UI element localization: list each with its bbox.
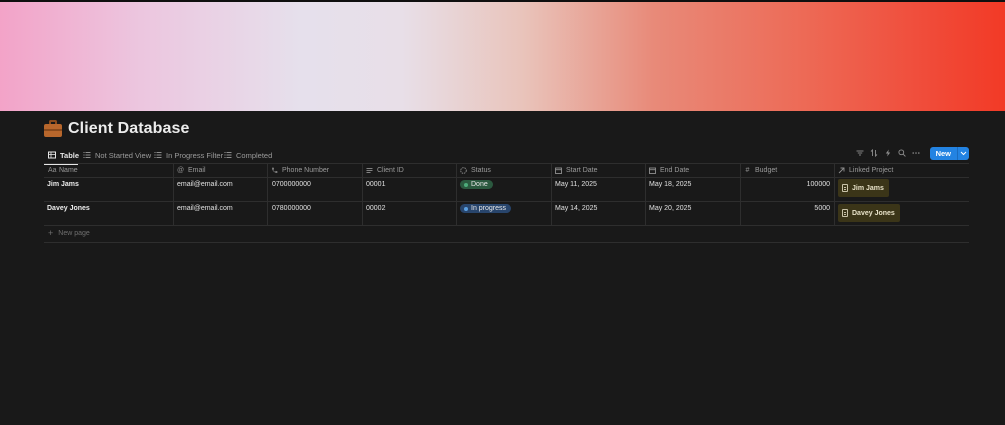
page-icon — [842, 184, 848, 192]
title-property-icon: Aa — [48, 166, 57, 174]
column-header-budget[interactable]: # Budget — [740, 163, 778, 177]
column-label: End Date — [660, 166, 690, 174]
column-label: Email — [188, 166, 206, 174]
linked-project-label: Davey Jones — [852, 209, 895, 217]
plus-icon: + — [48, 228, 54, 238]
page-header: Client Database — [44, 120, 190, 138]
column-header-status[interactable]: Status — [456, 163, 491, 177]
column-label: Linked Project — [849, 166, 894, 174]
cell-budget[interactable]: 5000 — [744, 205, 830, 212]
table-icon — [48, 151, 56, 159]
new-page-row[interactable]: + New page — [48, 228, 90, 238]
divider — [44, 201, 969, 202]
linked-project-chip[interactable]: Davey Jones — [838, 204, 900, 222]
automation-icon[interactable] — [884, 149, 892, 157]
briefcase-icon[interactable] — [44, 120, 62, 138]
column-header-linked-project[interactable]: Linked Project — [834, 163, 893, 177]
status-dot — [464, 206, 468, 211]
tab-label: In Progress Filter — [166, 150, 224, 160]
sort-icon[interactable] — [870, 148, 878, 158]
list-icon — [224, 151, 232, 159]
tab-in-progress-filter[interactable]: In Progress Filter — [154, 147, 223, 163]
column-label: Name — [59, 166, 78, 174]
page-cover-image[interactable] — [0, 2, 1005, 111]
chevron-down-icon[interactable] — [957, 146, 969, 160]
new-page-label: New page — [58, 230, 90, 237]
cell-name[interactable]: Davey Jones — [47, 205, 90, 212]
more-icon[interactable] — [911, 149, 920, 157]
status-badge[interactable]: Done — [460, 180, 493, 189]
cell-email[interactable]: email@email.com — [177, 205, 233, 212]
cell-client-id[interactable]: 00002 — [366, 205, 385, 212]
cell-email[interactable]: email@email.com — [177, 181, 233, 188]
cell-budget[interactable]: 100000 — [744, 181, 830, 188]
calendar-icon — [649, 167, 656, 174]
tab-completed[interactable]: Completed — [224, 147, 272, 163]
number-icon: # — [745, 166, 750, 174]
column-header-phone[interactable]: Phone Number — [267, 163, 329, 177]
filter-icon[interactable] — [856, 149, 864, 157]
tab-label: Not Started View — [95, 150, 152, 160]
column-label: Phone Number — [282, 166, 330, 174]
divider — [44, 225, 969, 226]
column-header-name[interactable]: Aa Name — [44, 163, 78, 177]
new-record-button-group: New — [929, 146, 969, 160]
divider — [44, 242, 969, 243]
relation-arrow-icon — [838, 167, 845, 174]
status-dot — [464, 182, 468, 187]
cell-start-date[interactable]: May 14, 2025 — [555, 205, 597, 212]
linked-project-chip[interactable]: Jim Jams — [838, 179, 889, 197]
view-toolbar: New — [856, 146, 969, 160]
cell-end-date[interactable]: May 18, 2025 — [649, 181, 691, 188]
cell-client-id[interactable]: 00001 — [366, 181, 385, 188]
cell-end-date[interactable]: May 20, 2025 — [649, 205, 691, 212]
search-icon[interactable] — [898, 149, 906, 157]
column-label: Status — [471, 166, 491, 174]
at-icon: @ — [177, 166, 185, 174]
cell-phone[interactable]: 0780000000 — [272, 205, 311, 212]
status-label: Done — [471, 181, 488, 188]
status-label: In progress — [471, 205, 507, 212]
linked-project-label: Jim Jams — [852, 184, 884, 192]
divider — [44, 177, 969, 178]
status-icon — [460, 166, 467, 174]
cell-start-date[interactable]: May 11, 2025 — [555, 181, 597, 188]
column-label: Budget — [755, 166, 778, 174]
text-property-icon — [366, 167, 373, 174]
phone-icon — [271, 167, 278, 174]
column-header-end-date[interactable]: End Date — [645, 163, 689, 177]
tab-not-started-view[interactable]: Not Started View — [83, 147, 151, 163]
cell-name[interactable]: Jim Jams — [47, 181, 79, 188]
column-label: Client ID — [377, 166, 404, 174]
tab-label: Table — [60, 150, 80, 160]
column-header-start-date[interactable]: Start Date — [551, 163, 598, 177]
list-icon — [83, 151, 91, 159]
database-views-bar: Table Not Started View In Progress Filte… — [44, 146, 969, 165]
column-header-client-id[interactable]: Client ID — [362, 163, 404, 177]
new-button[interactable]: New — [929, 146, 957, 160]
tab-label: Completed — [236, 150, 273, 160]
list-icon — [154, 151, 162, 159]
calendar-icon — [555, 167, 562, 174]
column-label: Start Date — [566, 166, 598, 174]
page-icon — [842, 209, 848, 217]
status-badge[interactable]: In progress — [460, 204, 512, 213]
page-title[interactable]: Client Database — [68, 120, 190, 138]
tab-table[interactable]: Table — [48, 147, 79, 163]
cell-phone[interactable]: 0700000000 — [272, 181, 311, 188]
column-header-email[interactable]: @ Email — [173, 163, 206, 177]
